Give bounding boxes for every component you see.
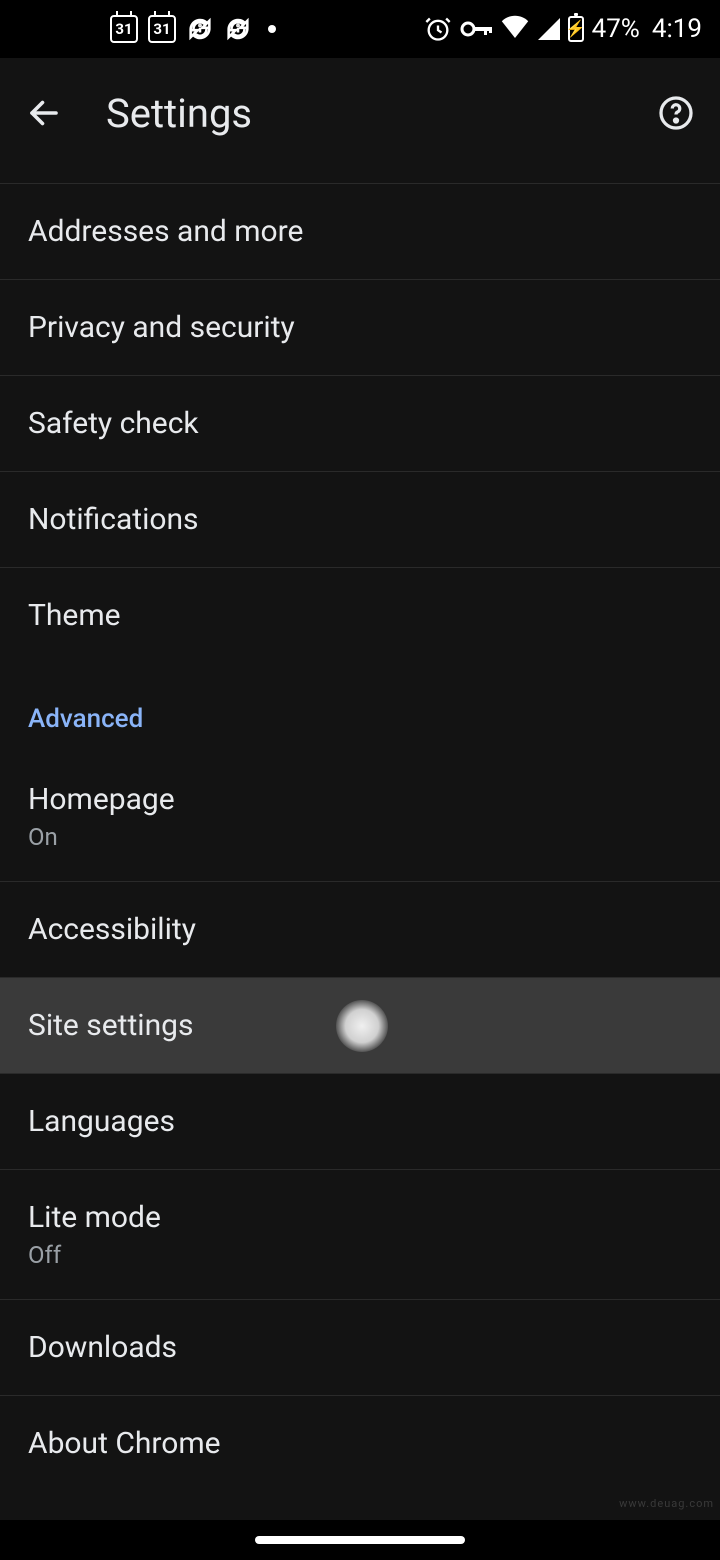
item-label: Safety check [28,406,692,441]
settings-list[interactable]: Payment methods Addresses and more Priva… [0,168,720,1520]
item-label: Homepage [28,782,692,817]
status-right: ⚡ 47% 4:19 [424,14,702,45]
item-label: Theme [28,598,692,633]
vpn-key-icon [460,19,492,39]
item-label: Accessibility [28,912,692,947]
item-label: Addresses and more [28,214,692,249]
cellular-signal-icon [538,18,560,40]
alarm-icon [424,15,452,43]
settings-item-safety-check[interactable]: Safety check [0,375,720,471]
help-button[interactable] [654,91,698,135]
navigation-bar [0,1520,720,1560]
gesture-pill-icon[interactable] [255,1536,465,1544]
help-circle-icon [658,95,694,131]
settings-item-accessibility[interactable]: Accessibility [0,881,720,977]
settings-item-addresses[interactable]: Addresses and more [0,183,720,279]
wifi-icon [500,14,530,45]
item-label: Privacy and security [28,310,692,345]
arrow-left-icon [26,95,62,131]
item-label: Languages [28,1104,692,1139]
sync-alert-icon [186,15,214,43]
settings-item-site-settings[interactable]: Site settings [0,977,720,1073]
settings-item-lite-mode[interactable]: Lite mode Off [0,1169,720,1299]
status-left: 31 31 [110,15,276,43]
item-label: Lite mode [28,1200,692,1235]
item-label: Notifications [28,502,692,537]
settings-item-privacy[interactable]: Privacy and security [0,279,720,375]
item-sublabel: Off [28,1241,692,1269]
settings-item-about-chrome[interactable]: About Chrome [0,1395,720,1491]
watermark: www.deuag.com [619,1497,714,1510]
sync-alert-icon [224,15,252,43]
item-label: About Chrome [28,1426,692,1461]
settings-item-languages[interactable]: Languages [0,1073,720,1169]
item-label: Downloads [28,1330,692,1365]
settings-item-notifications[interactable]: Notifications [0,471,720,567]
more-notifications-dot-icon [268,25,276,33]
app-bar: Settings [0,58,720,168]
touch-ripple-icon [336,1000,388,1052]
settings-item-homepage[interactable]: Homepage On [0,752,720,881]
clock: 4:19 [652,14,702,44]
settings-item-downloads[interactable]: Downloads [0,1299,720,1395]
status-bar: 31 31 ⚡ 47% 4:19 [0,0,720,58]
calendar-icon: 31 [110,15,138,43]
battery-percent: 47% [592,14,640,44]
settings-item-payment-methods[interactable]: Payment methods [0,168,720,183]
settings-item-theme[interactable]: Theme [0,567,720,663]
calendar-icon: 31 [148,15,176,43]
page-title: Settings [106,90,614,137]
battery-charging-icon: ⚡ [568,16,584,42]
item-sublabel: On [28,823,692,851]
section-header-advanced: Advanced [0,663,720,752]
back-button[interactable] [22,91,66,135]
